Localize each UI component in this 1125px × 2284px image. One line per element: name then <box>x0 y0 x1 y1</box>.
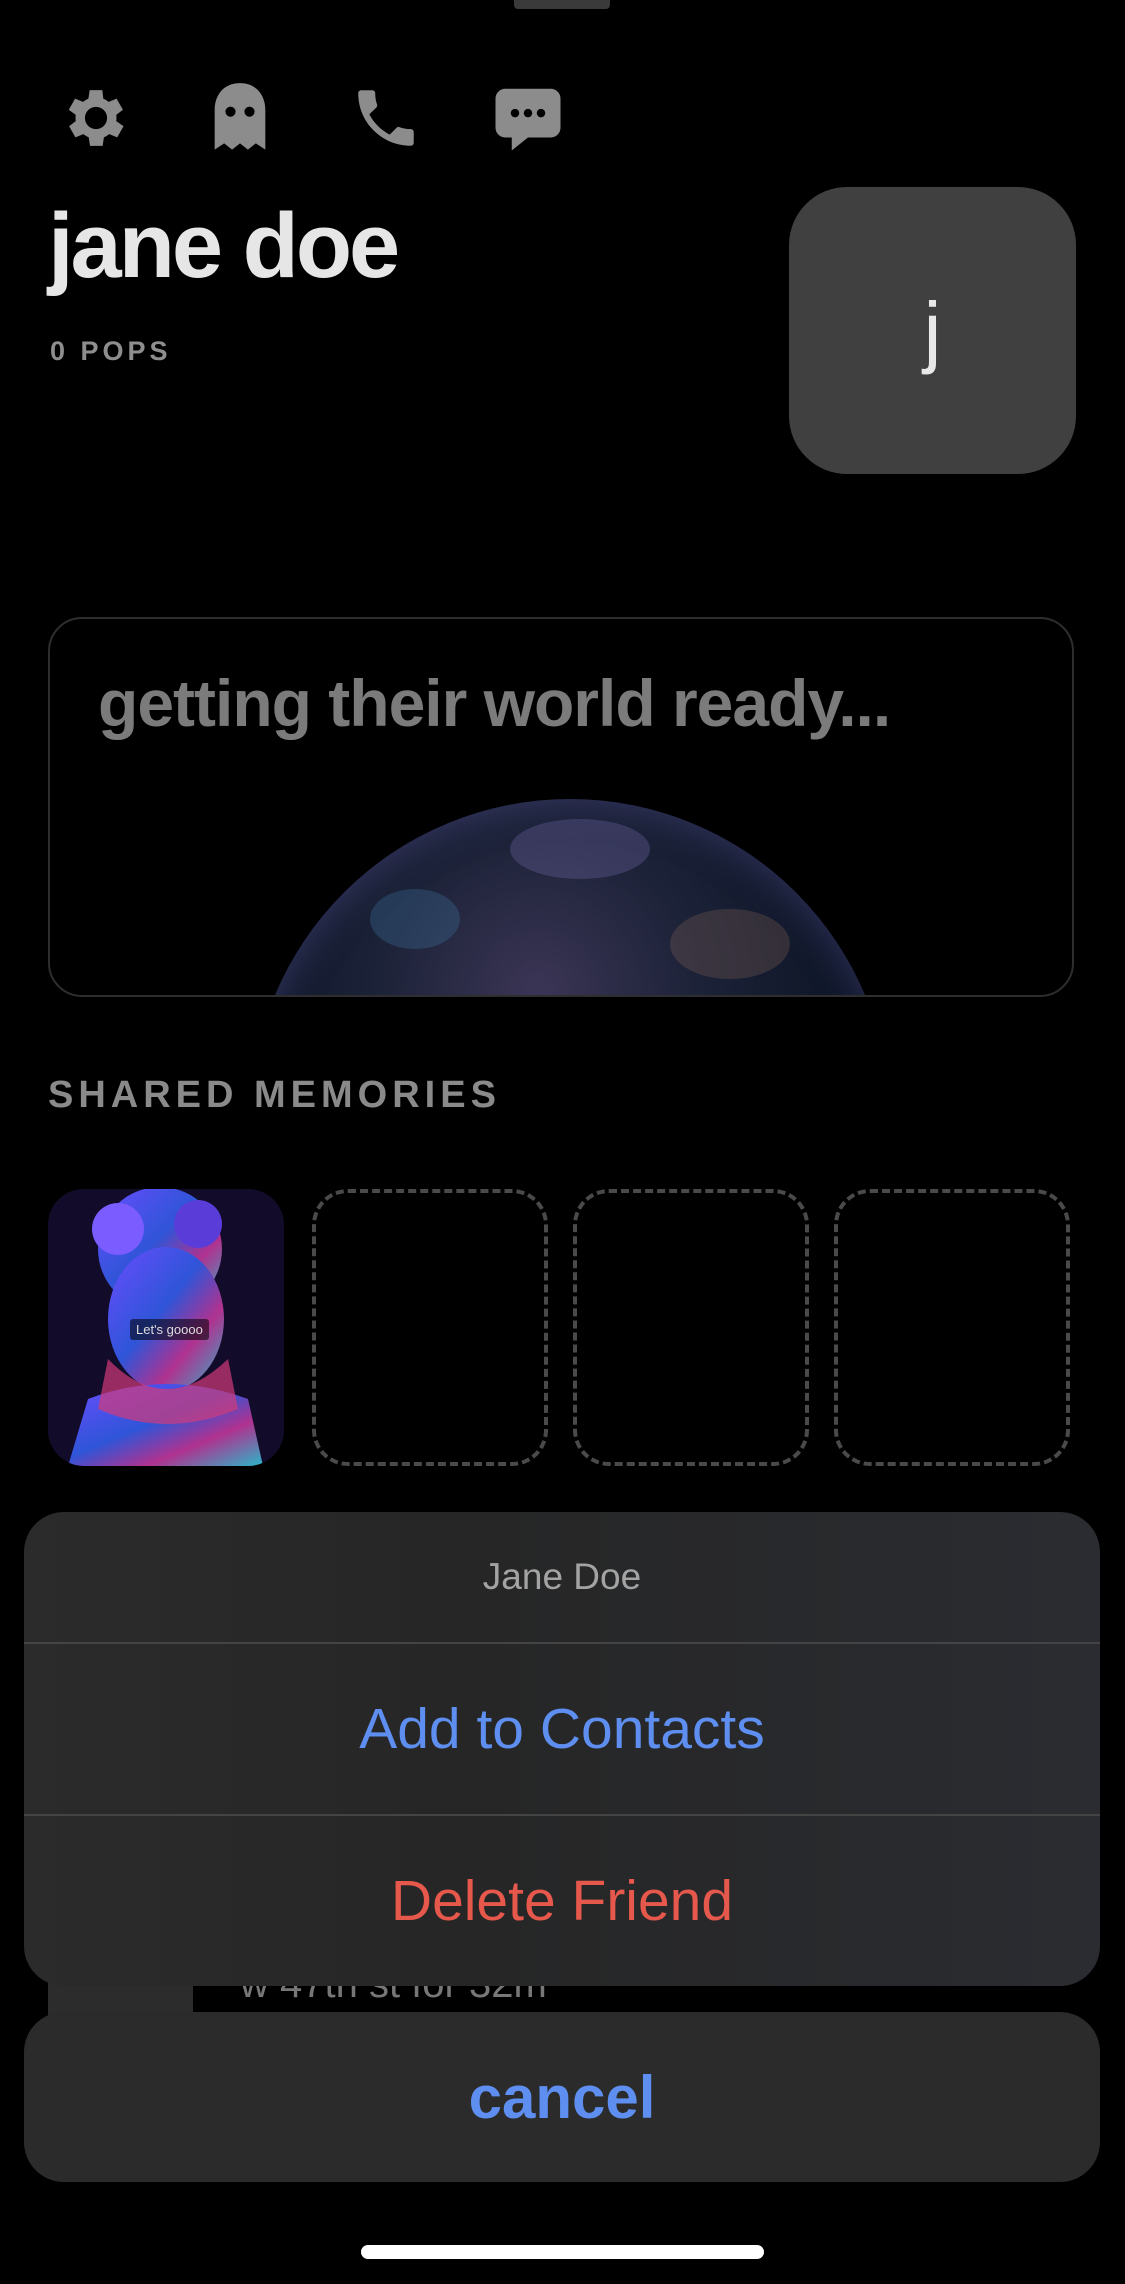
shared-memories-title: SHARED MEMORIES <box>48 1074 501 1116</box>
action-sheet-title: Jane Doe <box>482 1556 642 1597</box>
call-button[interactable] <box>344 76 428 160</box>
add-to-contacts-button[interactable]: Add to Contacts <box>24 1644 1100 1814</box>
phone-icon <box>358 90 414 146</box>
ghost-button[interactable] <box>198 76 282 160</box>
memory-slot-empty[interactable] <box>312 1189 548 1466</box>
cancel-button[interactable]: cancel <box>24 2012 1100 2182</box>
memory-slot-empty[interactable] <box>834 1189 1070 1466</box>
message-icon <box>495 88 561 151</box>
delete-friend-button[interactable]: Delete Friend <box>24 1816 1100 1986</box>
home-indicator[interactable] <box>361 2245 764 2259</box>
pops-count: 0 POPS <box>50 336 172 366</box>
memory-slot-empty[interactable] <box>573 1189 809 1466</box>
world-status-text: getting their world ready... <box>98 666 891 740</box>
settings-button[interactable] <box>54 76 138 160</box>
gear-icon <box>68 90 124 146</box>
action-sheet: Jane Doe Add to Contacts Delete Friend <box>24 1512 1100 1986</box>
world-card[interactable]: getting their world ready... <box>48 617 1074 997</box>
memory-caption: Let's goooo <box>130 1319 209 1340</box>
message-button[interactable] <box>486 76 570 160</box>
memory-photo[interactable]: Let's goooo <box>48 1189 284 1466</box>
ghost-icon <box>214 83 266 150</box>
globe-image <box>250 799 890 995</box>
profile-name: jane doe <box>48 195 400 297</box>
avatar[interactable]: j <box>789 187 1076 474</box>
avatar-initial: j <box>923 285 942 375</box>
sheet-grabber[interactable] <box>514 0 610 9</box>
